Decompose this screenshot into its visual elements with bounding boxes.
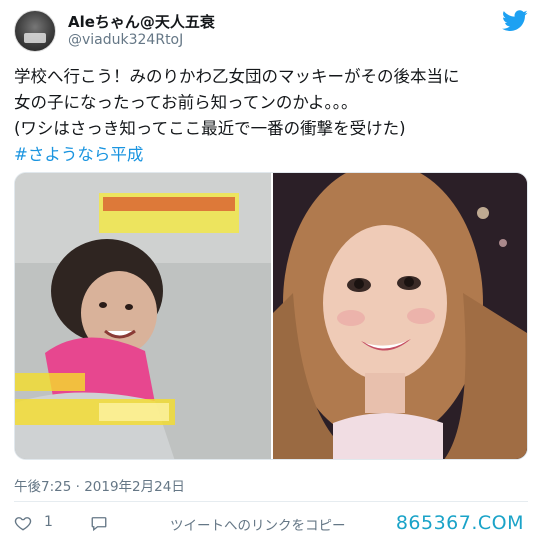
- copy-link-button[interactable]: ツイートへのリンクをコピー: [170, 514, 346, 534]
- display-name[interactable]: Aleちゃん@天人五衰: [68, 11, 215, 32]
- user-handle[interactable]: @viaduk324RtoJ: [68, 32, 183, 48]
- photo-before-illustration: [15, 173, 271, 459]
- tweet-line: (ワシはさっき知ってここ最近で一番の衝撃を受けた): [14, 119, 406, 138]
- tweet-header: Aleちゃん@天人五衰 @viaduk324RtoJ: [14, 10, 528, 54]
- tweet-line: 女の子になったってお前ら知ってンのかよ。。。: [14, 93, 358, 112]
- media-grid: [14, 172, 528, 460]
- tweet-line: 学校へ行こう！みのりかわ乙女団のマッキーがその後本当に: [14, 67, 460, 86]
- tweet-actions: 1 ツイートへのリンクをコピー 865367.COM: [14, 512, 528, 534]
- comment-bubble-icon[interactable]: [90, 514, 108, 532]
- like-count: 1: [44, 514, 53, 530]
- tweet-timestamp[interactable]: 午後7:25 · 2019年2月24日: [14, 475, 185, 495]
- photo-before[interactable]: [15, 173, 271, 459]
- divider: [14, 501, 528, 502]
- site-watermark: 865367.COM: [395, 512, 524, 534]
- twitter-bird-icon[interactable]: [502, 10, 528, 32]
- avatar[interactable]: [14, 10, 56, 52]
- tweet-text: 学校へ行こう！みのりかわ乙女団のマッキーがその後本当に 女の子になったってお前ら…: [14, 64, 528, 168]
- photo-after[interactable]: [273, 173, 527, 459]
- photo-after-illustration: [273, 173, 527, 459]
- hashtag-link[interactable]: #さようなら平成: [14, 142, 528, 168]
- heart-icon[interactable]: [14, 514, 32, 532]
